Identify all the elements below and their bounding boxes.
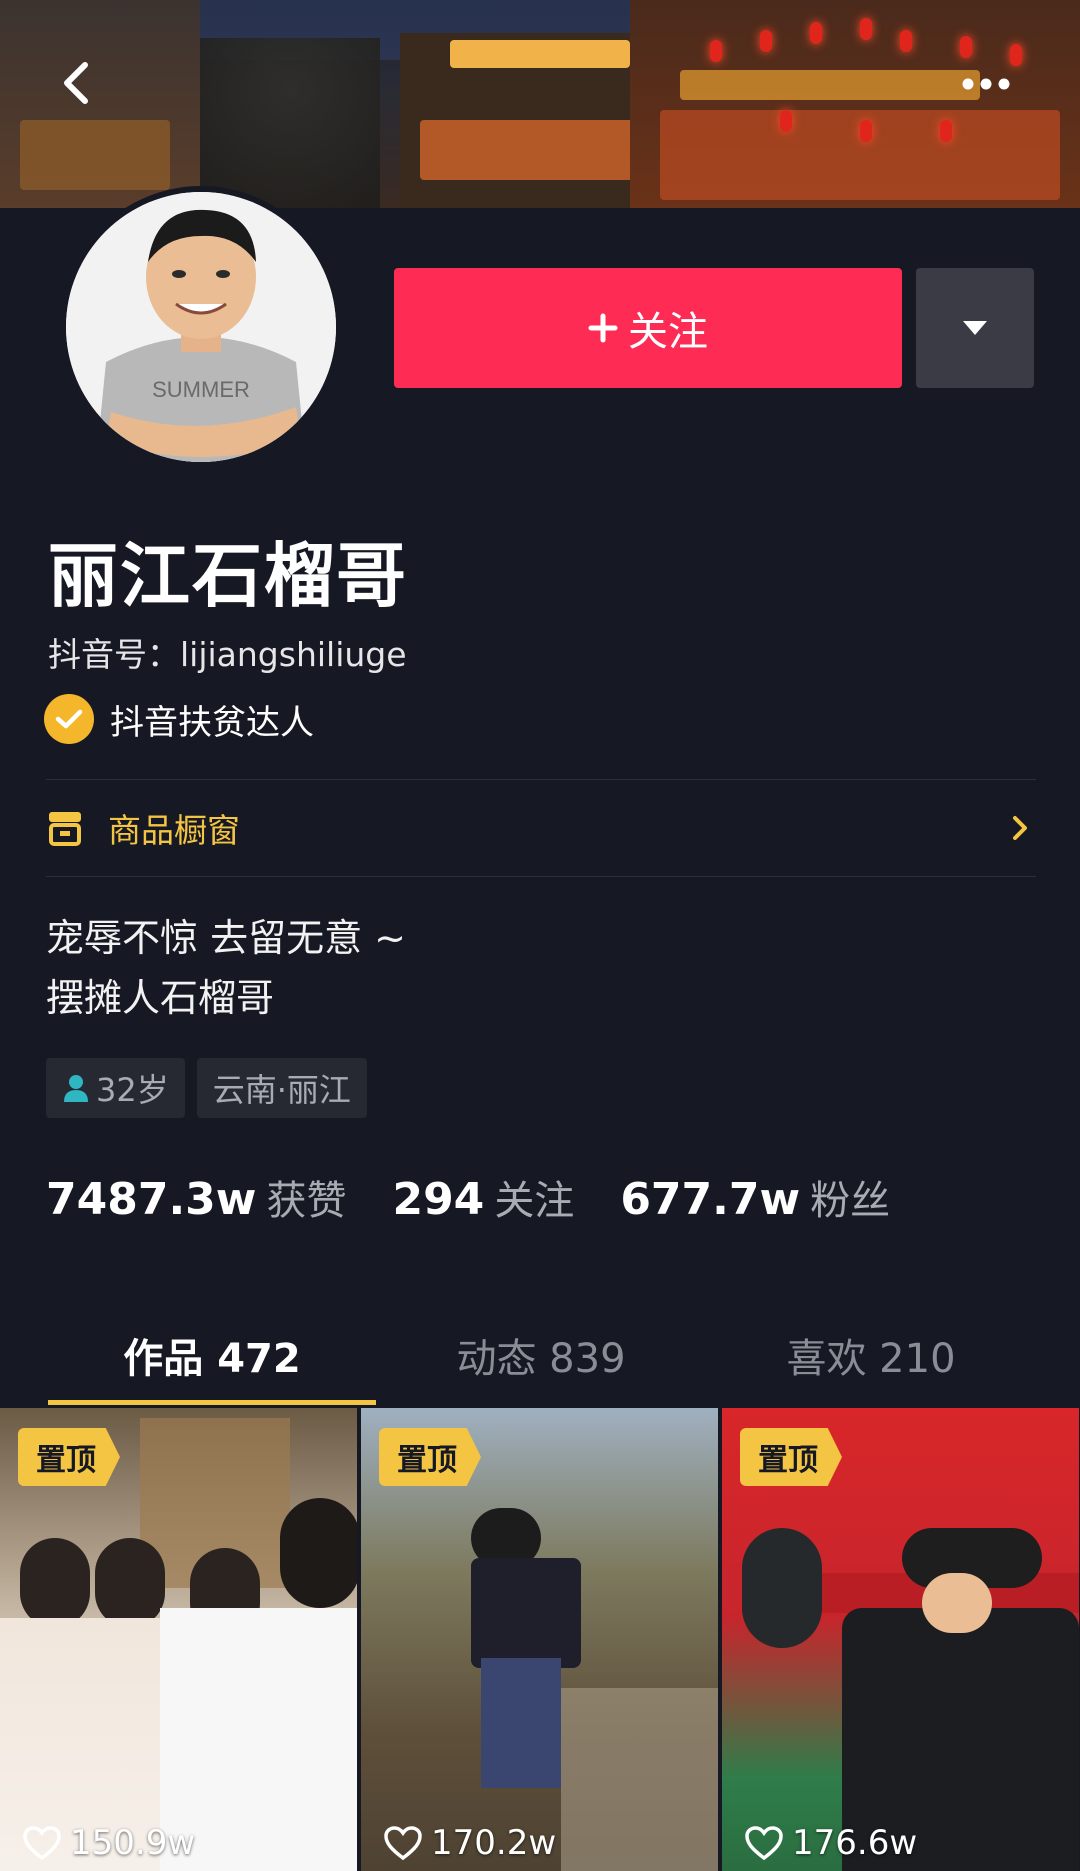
location-label: 云南·丽江	[212, 1071, 351, 1109]
follow-label: 关注	[628, 309, 708, 355]
tab-likes[interactable]: 喜欢 210	[706, 1310, 1036, 1400]
tab-works[interactable]: 作品 472	[48, 1310, 376, 1400]
fans-label: 粉丝	[810, 1178, 891, 1224]
follow-button[interactable]: 关注	[394, 268, 902, 388]
bio: 宠辱不惊 去留无意 ~ 摆摊人石榴哥	[46, 908, 406, 1028]
fans-stat[interactable]: 677.7w 粉丝	[620, 1168, 890, 1226]
stats-row: 7487.3w 获赞 294 关注 677.7w 粉丝	[46, 1168, 936, 1226]
cover-image	[0, 0, 1080, 208]
profile-tags: 32岁 云南·丽江	[46, 1058, 367, 1118]
shop-label: 商品橱窗	[108, 811, 240, 850]
video-grid: 置顶 150.9w 置顶 170.2w 置顶 176.6w	[0, 1408, 1080, 1871]
heart-icon	[745, 1826, 783, 1861]
video-thumbnail[interactable]: 置顶 170.2w	[361, 1408, 718, 1871]
plus-icon	[588, 313, 618, 343]
pinned-badge: 置顶	[379, 1428, 481, 1486]
avatar-photo: SUMMER	[66, 192, 336, 462]
video-thumbnail[interactable]: 置顶 150.9w	[0, 1408, 357, 1871]
douyin-id: 抖音号：lijiangshiliuge	[48, 635, 407, 674]
video-likes: 176.6w	[744, 1823, 917, 1863]
likes-count: 150.9w	[70, 1823, 196, 1863]
following-count: 294	[392, 1174, 485, 1225]
more-button[interactable]	[956, 64, 1016, 104]
verification-badge: 抖音扶贫达人	[44, 694, 314, 744]
content-tabs: 作品 472 动态 839 喜欢 210	[0, 1310, 1080, 1400]
nickname: 丽江石榴哥	[48, 535, 408, 617]
likes-label: 获赞	[266, 1178, 347, 1224]
pinned-badge: 置顶	[740, 1428, 842, 1486]
more-horizontal-icon	[962, 78, 1010, 90]
likes-stat: 7487.3w 获赞	[46, 1168, 346, 1226]
bio-line: 宠辱不惊 去留无意 ~	[46, 916, 406, 960]
check-badge-icon	[44, 694, 94, 744]
svg-text:SUMMER: SUMMER	[152, 377, 250, 402]
recommend-dropdown-button[interactable]	[916, 268, 1034, 388]
following-label: 关注	[494, 1178, 575, 1224]
person-icon	[64, 1075, 88, 1102]
avatar[interactable]: SUMMER	[60, 186, 342, 468]
shop-window-link[interactable]: 商品橱窗	[46, 780, 1036, 876]
badge-label: 抖音扶贫达人	[110, 702, 314, 743]
heart-icon	[384, 1826, 422, 1861]
likes-count: 7487.3w	[46, 1174, 257, 1225]
age-tag: 32岁	[46, 1058, 185, 1118]
chevron-left-icon	[64, 62, 88, 104]
divider	[46, 876, 1036, 877]
bio-line: 摆摊人石榴哥	[46, 976, 275, 1020]
tab-moments[interactable]: 动态 839	[376, 1310, 706, 1400]
age-label: 32岁	[96, 1071, 169, 1109]
video-thumbnail[interactable]: 置顶 176.6w	[722, 1408, 1079, 1871]
caret-down-icon	[963, 321, 987, 335]
video-likes: 170.2w	[383, 1823, 556, 1863]
location-tag: 云南·丽江	[196, 1058, 367, 1118]
video-likes: 150.9w	[22, 1823, 195, 1863]
pinned-badge: 置顶	[18, 1428, 120, 1486]
chevron-right-icon	[1013, 816, 1027, 840]
back-button[interactable]	[50, 58, 100, 108]
fans-count: 677.7w	[620, 1174, 801, 1225]
following-stat[interactable]: 294 关注	[392, 1168, 574, 1226]
shop-icon	[49, 812, 81, 846]
tab-indicator	[48, 1400, 376, 1405]
likes-count: 176.6w	[792, 1823, 918, 1863]
likes-count: 170.2w	[431, 1823, 557, 1863]
heart-icon	[23, 1826, 61, 1861]
